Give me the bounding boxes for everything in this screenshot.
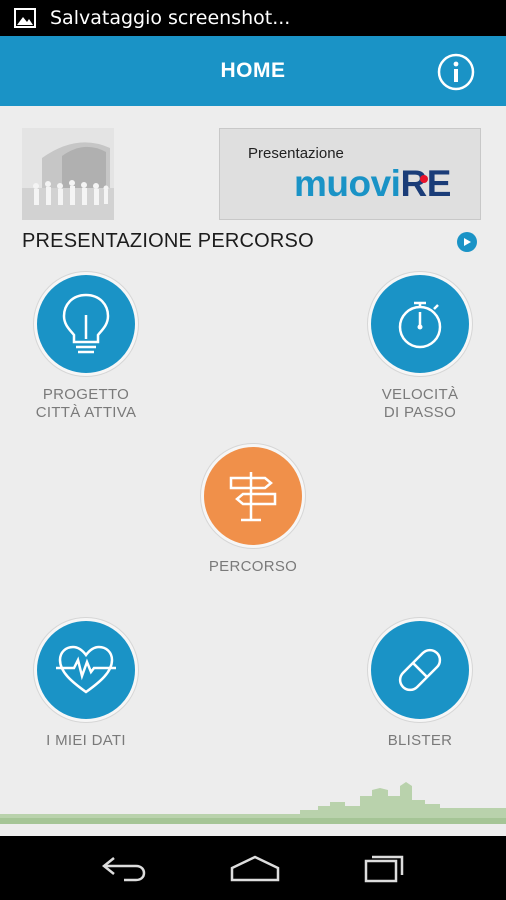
city-skyline-decoration <box>0 782 506 836</box>
presentation-thumbnail[interactable] <box>22 128 114 220</box>
signpost-icon <box>229 472 277 522</box>
section-title: PRESENTAZIONE PERCORSO <box>22 230 314 252</box>
progetto-circle[interactable] <box>34 272 138 376</box>
image-icon <box>14 8 36 28</box>
lightbulb-icon <box>62 293 110 354</box>
velocita-label: VELOCITÀ DI PASSO <box>381 386 459 421</box>
promo-label: Presentazione <box>248 145 344 162</box>
status-text: Salvataggio screenshot... <box>50 7 291 29</box>
people-photo-icon <box>22 128 114 220</box>
play-icon <box>464 238 471 246</box>
home-content: Presentazione muoviRE PRESENTAZIONE PERC… <box>0 106 506 836</box>
muovire-logo: muoviRE <box>294 163 451 204</box>
blister-label: BLISTER <box>387 732 453 749</box>
dati-label: I MIEI DATI <box>46 732 126 749</box>
recent-apps-icon[interactable] <box>362 853 406 883</box>
progetto-label: PROGETTO CITTÀ ATTIVA <box>35 386 137 421</box>
i-miei-dati-button[interactable]: I MIEI DATI <box>0 618 176 750</box>
percorso-button[interactable]: PERCORSO <box>163 444 343 576</box>
percorso-label: PERCORSO <box>208 558 298 575</box>
system-nav-bar <box>0 836 506 900</box>
pill-icon <box>398 648 442 692</box>
info-icon[interactable] <box>436 52 476 92</box>
percorso-circle[interactable] <box>201 444 305 548</box>
play-arrow-button[interactable] <box>457 232 477 252</box>
dati-circle[interactable] <box>34 618 138 722</box>
velocita-di-passo-button[interactable]: VELOCITÀ DI PASSO <box>330 272 506 422</box>
blister-circle[interactable] <box>368 618 472 722</box>
heart-pulse-icon <box>56 645 116 694</box>
logo-dot <box>420 175 428 183</box>
app-bar: HOME <box>0 36 506 106</box>
home-icon[interactable] <box>228 854 282 882</box>
velocita-circle[interactable] <box>368 272 472 376</box>
stopwatch-icon <box>398 301 442 349</box>
status-bar: Salvataggio screenshot... <box>0 0 506 36</box>
page-title: HOME <box>220 59 286 82</box>
back-icon[interactable] <box>100 854 148 882</box>
presentation-banner[interactable]: Presentazione muoviRE <box>219 128 481 220</box>
blister-button[interactable]: BLISTER <box>330 618 506 750</box>
progetto-citta-attiva-button[interactable]: PROGETTO CITTÀ ATTIVA <box>0 272 176 422</box>
